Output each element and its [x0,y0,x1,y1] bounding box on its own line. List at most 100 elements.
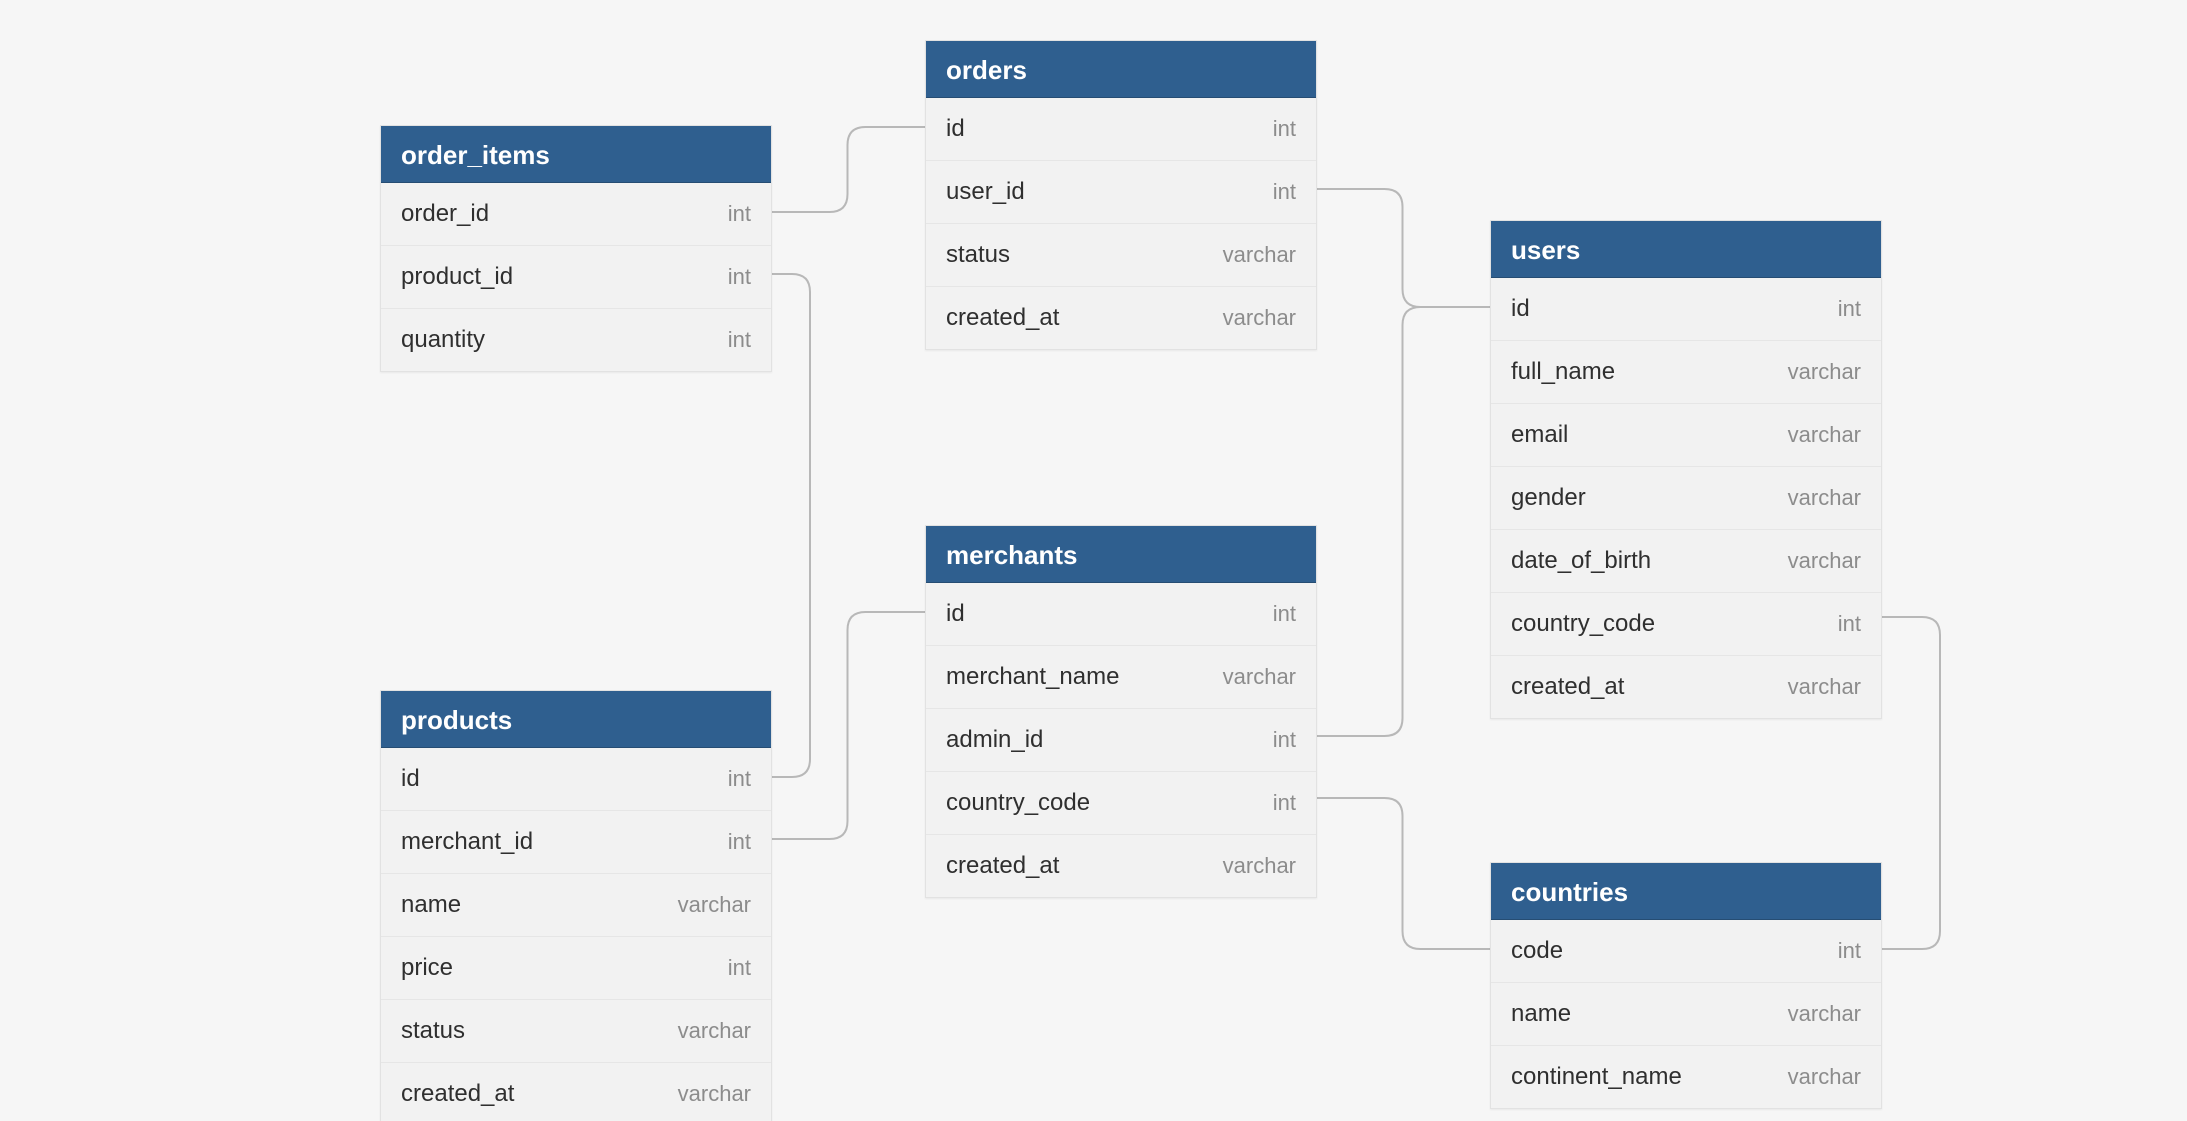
entity-countries[interactable]: countriescodeintnamevarcharcontinent_nam… [1490,862,1882,1109]
column-type: varchar [678,1081,751,1107]
column-name: created_at [946,852,1059,880]
relation-line [1880,617,1940,949]
column-row[interactable]: continent_name varchar [1491,1046,1881,1108]
column-type: varchar [1788,1064,1861,1090]
column-name: name [401,891,461,919]
column-name: id [401,765,420,793]
entity-products[interactable]: productsidintmerchant_idintnamevarcharpr… [380,690,772,1121]
column-row[interactable]: email varchar [1491,404,1881,467]
column-type: int [1273,790,1296,816]
column-name: merchant_id [401,828,533,856]
column-type: int [1273,727,1296,753]
column-row[interactable]: merchant_id int [381,811,771,874]
entity-header[interactable]: orders [926,41,1316,98]
column-name: date_of_birth [1511,547,1651,575]
column-type: int [1273,179,1296,205]
column-name: continent_name [1511,1063,1682,1091]
column-row[interactable]: price int [381,937,771,1000]
column-row[interactable]: country_code int [926,772,1316,835]
column-row[interactable]: codeint [1491,920,1881,983]
entity-header[interactable]: merchants [926,526,1316,583]
column-row[interactable]: quantity int [381,309,771,371]
column-name: price [401,954,453,982]
relation-line [1315,798,1490,949]
column-row[interactable]: country_codeint [1491,593,1881,656]
column-name: user_id [946,178,1025,206]
entity-header[interactable]: countries [1491,863,1881,920]
column-row[interactable]: admin_id int [926,709,1316,772]
relation-line [1315,189,1490,307]
column-row[interactable]: id int [381,748,771,811]
relation-line [770,127,925,212]
column-name: merchant_name [946,663,1119,691]
column-type: int [728,955,751,981]
column-type: int [728,264,751,290]
entity-users[interactable]: usersidintfull_namevarcharemailvarcharge… [1490,220,1882,719]
column-row[interactable]: status varchar [381,1000,771,1063]
column-name: id [946,600,965,628]
column-row[interactable]: name varchar [1491,983,1881,1046]
column-type: int [1838,938,1861,964]
column-name: product_id [401,263,513,291]
column-type: int [728,829,751,855]
column-row[interactable]: status varchar [926,224,1316,287]
column-row[interactable]: id int [926,98,1316,161]
column-type: int [1273,601,1296,627]
column-name: gender [1511,484,1586,512]
column-type: varchar [1788,422,1861,448]
column-type: int [1838,296,1861,322]
er-diagram-canvas[interactable]: order_itemsorder_idintproduct_idintquant… [0,0,2187,1121]
column-type: varchar [1223,242,1296,268]
column-name: id [1511,295,1530,323]
column-name: created_at [1511,673,1624,701]
column-row[interactable]: created_at varchar [926,835,1316,897]
column-type: varchar [678,1018,751,1044]
column-row[interactable]: user_id int [926,161,1316,224]
column-row[interactable]: id int [926,583,1316,646]
column-type: varchar [1788,485,1861,511]
entity-header[interactable]: order_items [381,126,771,183]
column-type: varchar [1788,1001,1861,1027]
column-name: email [1511,421,1568,449]
column-name: status [946,241,1010,269]
column-type: int [728,327,751,353]
column-name: created_at [401,1080,514,1108]
column-row[interactable]: gender varchar [1491,467,1881,530]
column-row[interactable]: full_name varchar [1491,341,1881,404]
column-type: varchar [1223,853,1296,879]
column-name: id [946,115,965,143]
column-row[interactable]: created_atvarchar [1491,656,1881,718]
column-type: int [1273,116,1296,142]
column-row[interactable]: order_id int [381,183,771,246]
entity-order_items[interactable]: order_itemsorder_idintproduct_idintquant… [380,125,772,372]
column-name: quantity [401,326,485,354]
column-type: varchar [1788,548,1861,574]
entity-orders[interactable]: ordersidintuser_idintstatusvarcharcreate… [925,40,1317,350]
column-row[interactable]: date_of_birth varchar [1491,530,1881,593]
column-type: varchar [1788,359,1861,385]
column-type: int [1838,611,1861,637]
column-name: order_id [401,200,489,228]
column-name: created_at [946,304,1059,332]
column-name: name [1511,1000,1571,1028]
column-type: int [728,766,751,792]
column-type: varchar [1223,305,1296,331]
relation-line [1315,307,1490,736]
column-name: admin_id [946,726,1043,754]
column-row[interactable]: product_id int [381,246,771,309]
column-row[interactable]: created_at varchar [381,1063,771,1121]
column-row[interactable]: created_at varchar [926,287,1316,349]
entity-header[interactable]: products [381,691,771,748]
column-name: country_code [946,789,1090,817]
column-row[interactable]: merchant_name varchar [926,646,1316,709]
entity-header[interactable]: users [1491,221,1881,278]
column-type: varchar [1223,664,1296,690]
relation-line [770,612,925,839]
entity-merchants[interactable]: merchantsidintmerchant_namevarcharadmin_… [925,525,1317,898]
column-row[interactable]: id int [1491,278,1881,341]
column-type: int [728,201,751,227]
column-name: status [401,1017,465,1045]
column-row[interactable]: name varchar [381,874,771,937]
column-type: varchar [678,892,751,918]
column-name: full_name [1511,358,1615,386]
